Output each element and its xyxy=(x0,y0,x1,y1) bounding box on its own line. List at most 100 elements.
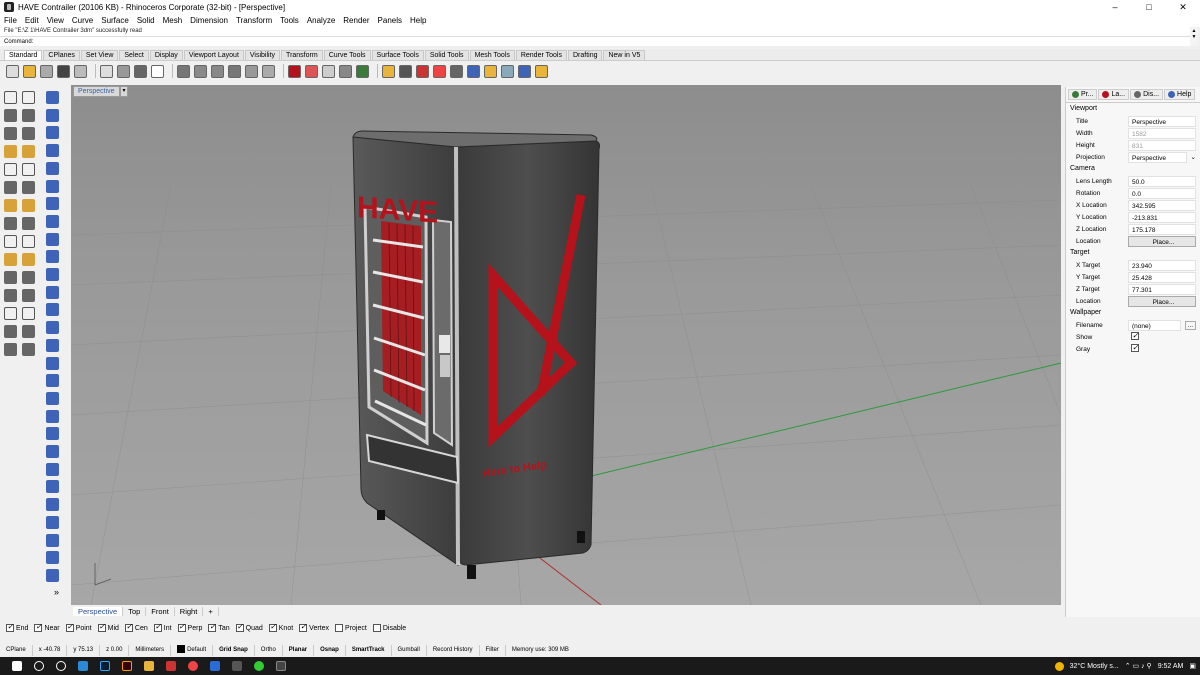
chrome-icon[interactable] xyxy=(188,661,198,671)
tab-display[interactable]: Display xyxy=(149,50,183,60)
osnap-int[interactable]: Int xyxy=(153,622,172,632)
solid-tool-icon[interactable] xyxy=(46,338,59,352)
property-value[interactable]: Perspective xyxy=(1128,115,1196,127)
tab-properties[interactable]: Pr... xyxy=(1068,89,1098,100)
explode-icon[interactable] xyxy=(22,235,35,248)
osnap-cen[interactable]: Cen xyxy=(124,622,148,632)
property-value[interactable]: 23.940 xyxy=(1128,259,1196,271)
illustrator-icon[interactable] xyxy=(122,661,132,671)
tab-cplanes[interactable]: CPlanes xyxy=(43,50,80,60)
start-icon[interactable] xyxy=(12,661,22,671)
environment-icon[interactable] xyxy=(467,64,480,78)
osnap-disable[interactable]: Disable xyxy=(372,624,406,632)
toggle-osnap[interactable]: Osnap xyxy=(314,645,346,656)
layer-indicator[interactable]: Default xyxy=(171,645,214,656)
chevron-down-icon[interactable]: ⌄ xyxy=(1191,153,1196,161)
move-icon[interactable] xyxy=(4,271,17,284)
property-value[interactable]: Place... xyxy=(1128,295,1196,307)
browse-button[interactable]: ... xyxy=(1184,320,1196,330)
menu-edit[interactable]: Edit xyxy=(25,16,39,25)
solid-tool-icon[interactable] xyxy=(46,214,59,228)
command-scrollbar[interactable]: ▲ ▼ xyxy=(1190,28,1198,46)
clock[interactable]: 9:52 AM xyxy=(1158,663,1184,670)
toggle-ortho[interactable]: Ortho xyxy=(255,645,283,656)
mirror-icon[interactable] xyxy=(4,307,17,320)
menu-transform[interactable]: Transform xyxy=(236,16,272,25)
zoom-selected-icon[interactable] xyxy=(262,64,275,78)
help-icon[interactable] xyxy=(518,64,531,78)
cortana-icon[interactable] xyxy=(56,661,66,671)
menu-dimension[interactable]: Dimension xyxy=(190,16,228,25)
select-arrow-icon[interactable] xyxy=(4,91,17,104)
checkbox-point[interactable] xyxy=(65,622,74,632)
checkbox-near[interactable] xyxy=(34,622,43,632)
menu-view[interactable]: View xyxy=(47,16,64,25)
tab-new-in-v5[interactable]: New in V5 xyxy=(603,50,646,60)
solid-tool-icon[interactable] xyxy=(46,321,59,335)
menu-mesh[interactable]: Mesh xyxy=(163,16,183,25)
tab-drafting[interactable]: Drafting xyxy=(567,50,603,60)
text-icon[interactable] xyxy=(4,181,17,194)
solid-tool-icon[interactable] xyxy=(46,232,59,246)
tab-curve-tools[interactable]: Curve Tools xyxy=(323,50,371,60)
viewport-menu-arrow-icon[interactable]: ▾ xyxy=(120,86,128,97)
rhino-taskbar-icon[interactable] xyxy=(276,661,286,671)
trim-icon[interactable] xyxy=(4,217,17,230)
extend-icon[interactable] xyxy=(22,199,35,212)
taskbar-app-icon[interactable] xyxy=(232,661,242,671)
light-icon[interactable] xyxy=(382,64,395,78)
menu-solid[interactable]: Solid xyxy=(137,16,155,25)
maximize-button[interactable]: □ xyxy=(1132,0,1166,14)
checkbox-perp[interactable] xyxy=(177,622,186,632)
solid-tool-icon[interactable] xyxy=(46,374,59,388)
solid-tool-icon[interactable] xyxy=(46,108,59,122)
rectangle-icon[interactable] xyxy=(22,145,35,158)
osnap-near[interactable]: Near xyxy=(34,622,60,632)
plugin-icon[interactable] xyxy=(535,64,548,78)
more-tools-icon[interactable]: » xyxy=(54,587,59,597)
osnap-end[interactable]: End xyxy=(6,622,28,632)
tab-help[interactable]: Help xyxy=(1164,89,1196,100)
zoom-icon[interactable] xyxy=(211,64,224,78)
viewport-tab-perspective[interactable]: Perspective xyxy=(73,607,124,616)
checkbox-project[interactable] xyxy=(335,624,344,632)
osnap-point[interactable]: Point xyxy=(65,622,92,632)
tray-icons[interactable]: ⌃ ▭ ♪ ⚲ xyxy=(1125,662,1152,670)
toggle-smarttrack[interactable]: SmartTrack xyxy=(346,645,392,656)
menu-tools[interactable]: Tools xyxy=(280,16,299,25)
array-icon[interactable] xyxy=(22,307,35,320)
copy-tool-icon[interactable] xyxy=(22,271,35,284)
menu-help[interactable]: Help xyxy=(410,16,426,25)
paste-icon[interactable] xyxy=(134,64,147,78)
copy-icon[interactable] xyxy=(117,64,130,78)
toggle-record-history[interactable]: Record History xyxy=(427,645,480,656)
group-icon[interactable] xyxy=(4,253,17,266)
tab-solid-tools[interactable]: Solid Tools xyxy=(424,50,469,60)
cone-icon[interactable] xyxy=(22,343,35,356)
app-icon[interactable] xyxy=(166,661,176,671)
search-icon[interactable] xyxy=(34,661,44,671)
checkbox-knot[interactable] xyxy=(268,622,277,632)
property-value[interactable]: -213.831 xyxy=(1128,211,1196,223)
join-icon[interactable] xyxy=(4,235,17,248)
property-value[interactable]: 1582 xyxy=(1128,127,1196,139)
curve-icon[interactable] xyxy=(22,109,35,122)
file-explorer-icon[interactable] xyxy=(144,661,154,671)
checkbox-int[interactable] xyxy=(153,622,162,632)
property-value[interactable]: 50.0 xyxy=(1128,175,1196,187)
line-icon[interactable] xyxy=(254,661,264,671)
lock-icon[interactable] xyxy=(356,64,369,78)
hide-icon[interactable] xyxy=(322,64,335,78)
menu-file[interactable]: File xyxy=(4,16,17,25)
ungroup-icon[interactable] xyxy=(22,253,35,266)
property-value[interactable]: Perspective xyxy=(1128,151,1187,163)
checkbox-quad[interactable] xyxy=(235,622,244,632)
cut-icon[interactable] xyxy=(100,64,113,78)
tab-render-tools[interactable]: Render Tools xyxy=(515,50,567,60)
solid-tool-icon[interactable] xyxy=(46,303,59,317)
toggle-filter[interactable]: Filter xyxy=(480,645,506,656)
viewport-tab-top[interactable]: Top xyxy=(123,607,147,616)
osnap-tan[interactable]: Tan xyxy=(208,622,230,632)
show-icon[interactable] xyxy=(339,64,352,78)
zoom-window-icon[interactable] xyxy=(228,64,241,78)
